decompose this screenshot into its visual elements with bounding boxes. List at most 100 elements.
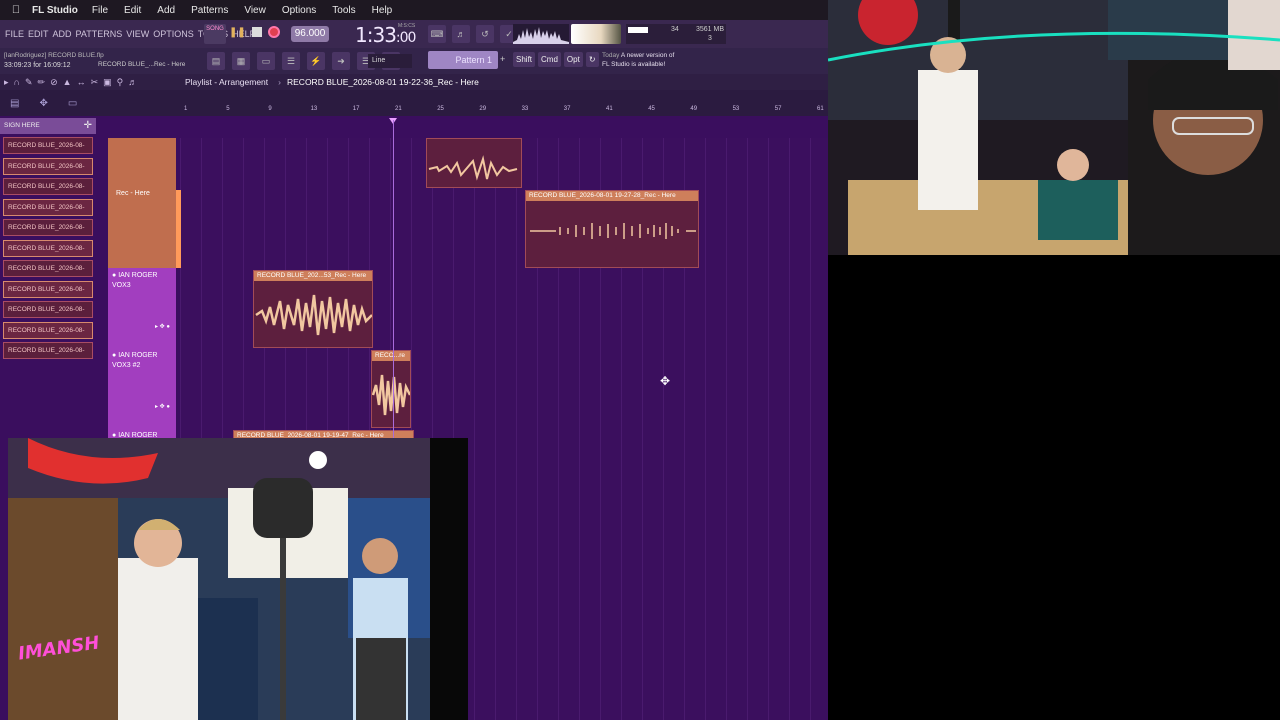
pattern-list-item[interactable]: RECORD BLUE_2026-08-: [3, 157, 93, 175]
pattern-list-item[interactable]: RECORD BLUE_2026-08-: [3, 219, 93, 236]
pattern-selector[interactable]: Pattern 1: [428, 51, 498, 69]
pattern-list-item[interactable]: RECORD BLUE_2026-08-: [3, 239, 93, 257]
hint-bar: RECORD BLUE_...Rec - Here: [98, 61, 186, 68]
menu-file[interactable]: File: [92, 5, 108, 16]
fl-menu-file[interactable]: FILE: [5, 29, 24, 39]
playlist-icon[interactable]: ▤: [207, 52, 225, 70]
ruler-tick: 13: [310, 106, 318, 112]
snap-select[interactable]: Line: [368, 54, 412, 68]
fl-menu-add[interactable]: ADD: [53, 29, 72, 39]
fl-menu-edit[interactable]: EDIT: [28, 29, 49, 39]
project-file: [IanRodriguez] RECORD BLUE.flp: [4, 52, 104, 59]
fl-menu-view[interactable]: VIEW: [126, 29, 149, 39]
song-mode-toggle[interactable]: SONG: [204, 24, 226, 44]
slip-icon[interactable]: ↔: [77, 77, 86, 88]
app-name[interactable]: FL Studio: [32, 5, 78, 16]
track-controls-3[interactable]: ▸ ✥ ●: [155, 403, 170, 410]
step-edit-icon[interactable]: ♬: [452, 25, 470, 43]
menu-add[interactable]: Add: [157, 5, 175, 16]
pattern-list-item[interactable]: RECORD BLUE_2026-08-: [3, 321, 93, 339]
timeline-ruler[interactable]: 1 5 9 13 17 21 25 29 33 37 41 45 49 53 57 61: [180, 105, 828, 116]
pattern-list-item[interactable]: RECORD BLUE_2026-08-: [3, 178, 93, 195]
track-controls-2[interactable]: ▸ ✥ ●: [155, 323, 170, 330]
menu-patterns[interactable]: Patterns: [191, 5, 228, 16]
pencil-icon[interactable]: ✎: [25, 77, 33, 88]
clip-title: RECORD BLUE_202...53_Rec - Here: [254, 271, 372, 281]
webcam-studio-image: [828, 0, 1280, 255]
track-header-1[interactable]: Rec - Here: [108, 138, 176, 268]
menu-tools[interactable]: Tools: [332, 5, 355, 16]
ruler-tick: 5: [226, 106, 230, 112]
add-pattern-button[interactable]: +: [500, 54, 505, 64]
fl-menu-patterns[interactable]: PATTERNS: [76, 29, 123, 39]
pattern-picker: SIGN HERE ✛ RECORD BLUE_2026-08- RECORD BL…: [0, 118, 96, 438]
track-power-icon[interactable]: ●: [112, 272, 116, 279]
news-panel[interactable]: Today A newer version of FL Studio is av…: [602, 51, 702, 69]
track-header-2[interactable]: ● IAN ROGER VOX3 ▸ ✥ ●: [108, 268, 176, 348]
expand-icon[interactable]: ✛: [84, 118, 92, 134]
speaker-icon[interactable]: ♬: [128, 77, 137, 88]
stop-button[interactable]: [251, 27, 262, 37]
project-info: [IanRodriguez] RECORD BLUE.flp 33:09:23 …: [4, 51, 104, 71]
cmd-key-button[interactable]: Cmd: [538, 52, 561, 67]
arrow-icon[interactable]: ➜: [332, 52, 350, 70]
opt-key-button[interactable]: Opt: [563, 52, 583, 67]
refresh-icon[interactable]: ↻: [585, 52, 599, 67]
audio-clip[interactable]: RECORD BLUE_2026-08-01 19-27-28_Rec - He…: [525, 190, 699, 268]
master-volume-slider[interactable]: [571, 24, 621, 44]
mute-icon[interactable]: ▲: [63, 77, 72, 88]
tempo-display[interactable]: 96.000: [291, 26, 329, 42]
pattern-list-item[interactable]: RECORD BLUE_2026-08-: [3, 280, 93, 298]
pattern-list-item[interactable]: RECORD BLUE_2026-08-: [3, 342, 93, 359]
webcam-booth-image: [8, 438, 430, 720]
shift-key-button[interactable]: Shift: [513, 52, 536, 67]
pattern-picker-icon[interactable]: ▤: [10, 98, 19, 109]
magnet-icon[interactable]: ∩: [14, 77, 20, 88]
pattern-list-item[interactable]: RECORD BLUE_2026-08-: [3, 198, 93, 216]
move-icon[interactable]: ✥: [39, 98, 47, 109]
pattern-picker-header[interactable]: SIGN HERE ✛: [0, 118, 96, 134]
select-icon[interactable]: ▣: [103, 77, 112, 88]
playlist-subbar: ▤ ✥ ▭ 1 5 9 13 17 21 25 29 33 37 41 45 49 53 57 61: [0, 90, 828, 116]
ruler-tick: 29: [479, 106, 487, 112]
project-duration: 33:09:23 for 16:09:12: [4, 62, 71, 69]
mixer-icon[interactable]: ⚡: [307, 52, 325, 70]
track-icon[interactable]: ▭: [68, 98, 77, 109]
waveform: [255, 294, 372, 336]
playlist-tools: ▸ ∩ ✎ ✏ ⊘ ▲ ↔ ✂ ▣ ⚲ ♬: [0, 77, 185, 88]
wait-input-icon[interactable]: ↺: [476, 25, 494, 43]
fl-menu-options[interactable]: OPTIONS: [153, 29, 194, 39]
audio-clip[interactable]: RECO...re: [371, 350, 411, 428]
audio-clip[interactable]: [426, 138, 522, 188]
paint-icon[interactable]: ✏: [38, 77, 46, 88]
pattern-list-item[interactable]: RECORD BLUE_2026-08-: [3, 137, 93, 154]
waveform: [372, 374, 410, 416]
apple-icon[interactable]: : [0, 4, 32, 16]
menu-edit[interactable]: Edit: [124, 5, 141, 16]
record-button[interactable]: [267, 26, 280, 38]
oscilloscope-wave: [513, 27, 569, 44]
ruler-tick: 1: [184, 106, 188, 112]
play-arrow-icon[interactable]: ▸: [4, 77, 9, 88]
typing-keyboard-icon[interactable]: ⌨: [428, 25, 446, 43]
browser-icon[interactable]: ☰: [282, 52, 300, 70]
menu-options[interactable]: Options: [282, 5, 316, 16]
channel-rack-icon[interactable]: ▭: [257, 52, 275, 70]
track-power-icon[interactable]: ●: [112, 352, 116, 359]
news-day: Today: [602, 52, 620, 59]
delete-icon[interactable]: ⊘: [50, 77, 58, 88]
pattern-picker-title: SIGN HERE: [4, 122, 40, 129]
piano-roll-icon[interactable]: ▦: [232, 52, 250, 70]
menu-help[interactable]: Help: [372, 5, 393, 16]
main-toolbar: FILE EDIT ADD PATTERNS VIEW OPTIONS TOOL…: [0, 20, 828, 48]
slice-icon[interactable]: ✂: [91, 77, 99, 88]
zoom-icon[interactable]: ⚲: [117, 77, 124, 88]
menu-view[interactable]: View: [244, 5, 266, 16]
pattern-list-item[interactable]: RECORD BLUE_2026-08-: [3, 301, 93, 318]
pattern-list-item[interactable]: RECORD BLUE_2026-08-: [3, 260, 93, 277]
track-header-3[interactable]: ● IAN ROGER VOX3 #2 ▸ ✥ ●: [108, 348, 176, 428]
ruler-tick: 33: [521, 106, 529, 112]
play-pause-button[interactable]: ❚❚: [229, 27, 246, 38]
audio-clip[interactable]: RECORD BLUE_202...53_Rec - Here: [253, 270, 373, 348]
track-name-2: ● IAN ROGER VOX3: [108, 268, 176, 294]
